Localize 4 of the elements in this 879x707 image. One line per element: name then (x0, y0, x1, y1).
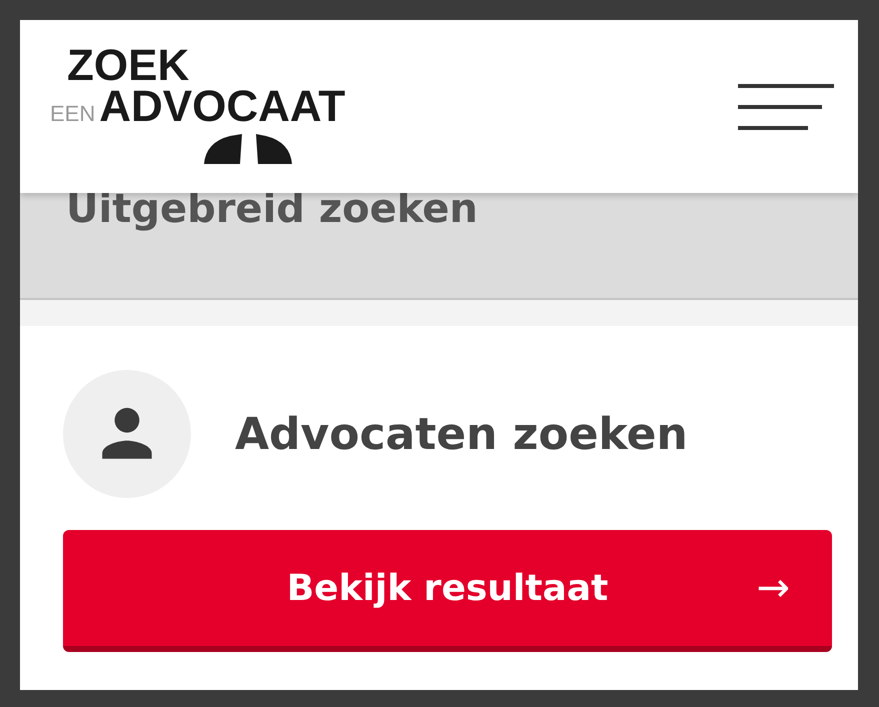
result-button[interactable]: Bekijk resultaat → (63, 530, 832, 652)
card-title: Advocaten zoeken (235, 408, 688, 460)
logo-text: EEN (50, 101, 96, 127)
section-heading: Uitgebreid zoeken (66, 187, 478, 231)
